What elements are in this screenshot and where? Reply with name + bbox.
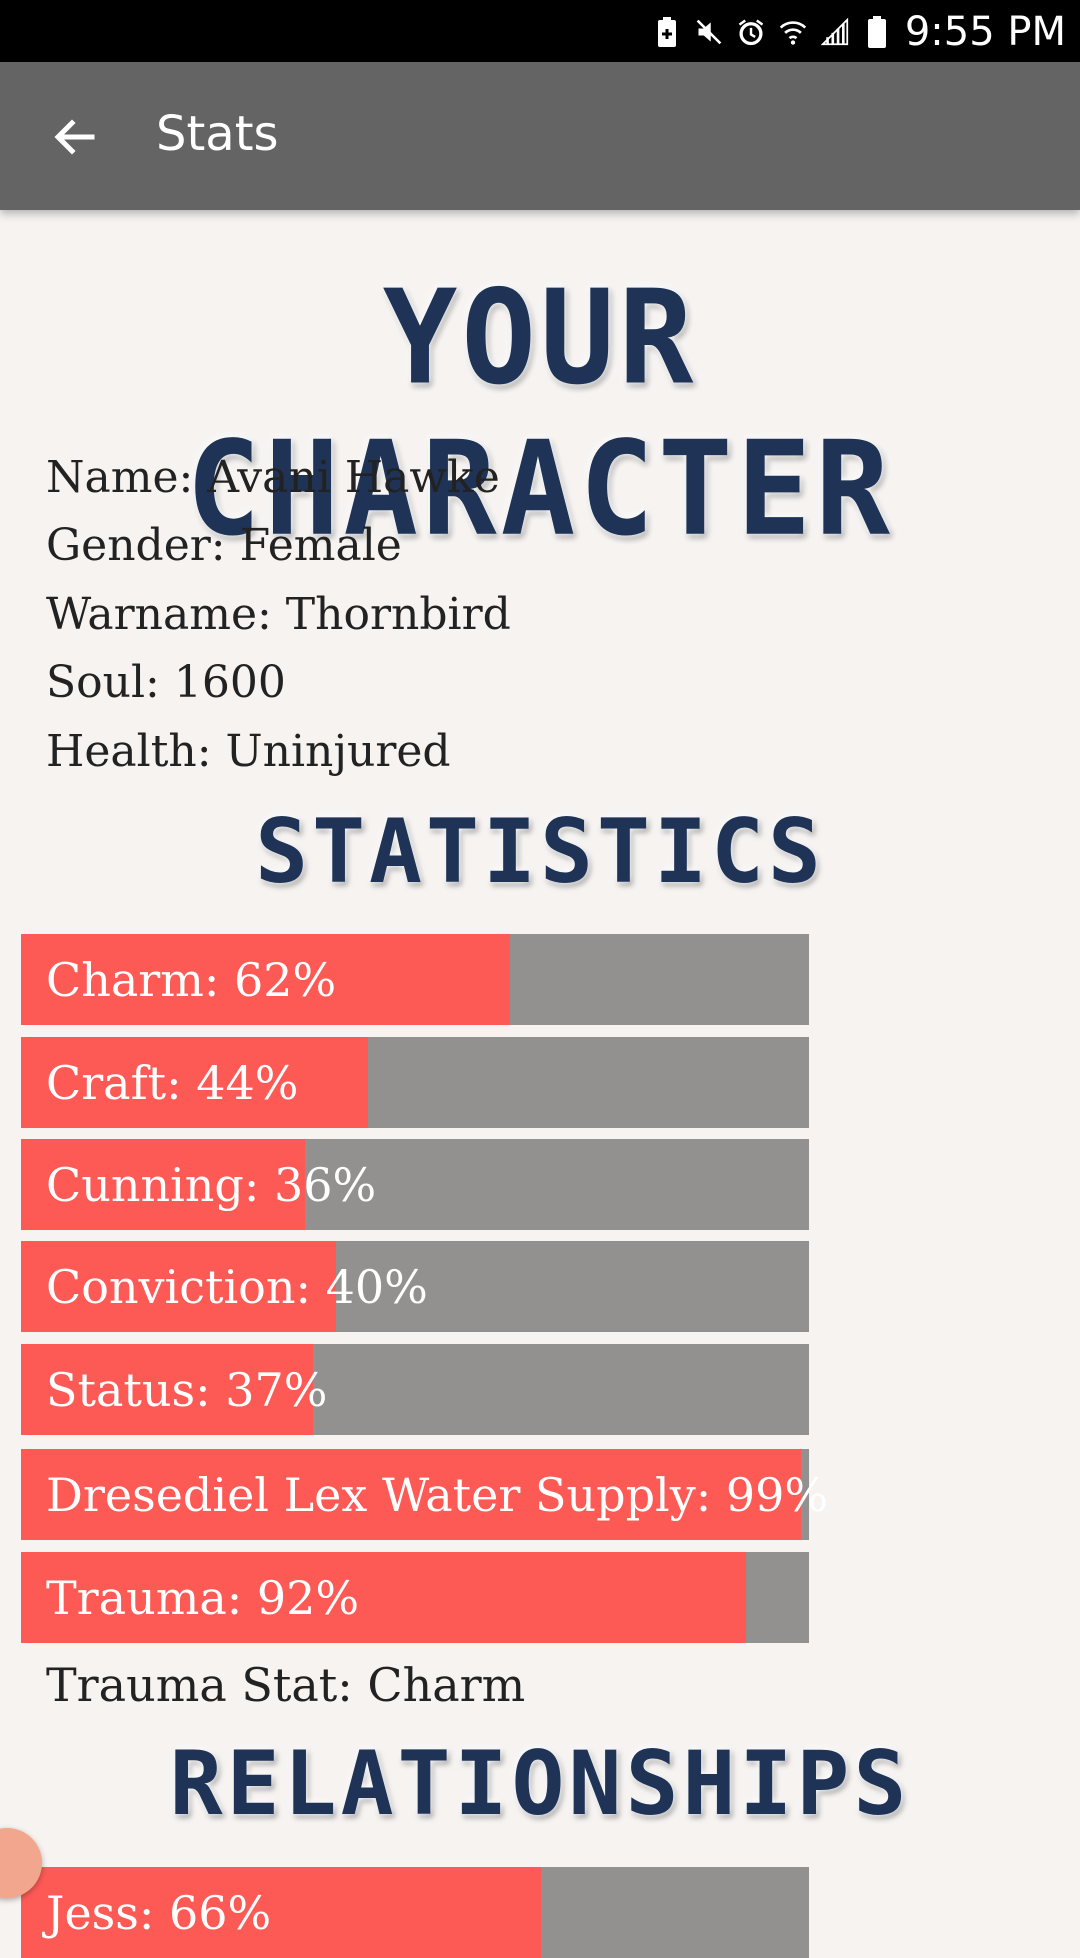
signal-icon — [820, 15, 849, 49]
trauma-stat: Trauma Stat: Charm — [46, 1658, 526, 1712]
character-soul: Soul: 1600 — [46, 657, 286, 708]
stat-bar: Trauma: 92% — [21, 1552, 809, 1643]
stat-label: Cunning: 36% — [46, 1157, 377, 1212]
status-bar: 9:55 PM — [0, 0, 1080, 62]
stat-bar: Cunning: 36% — [21, 1139, 809, 1230]
page-title: Stats — [156, 106, 279, 162]
stat-bar: Status: 37% — [21, 1344, 809, 1435]
status-time: 9:55 PM — [904, 9, 1066, 55]
stat-bar: Dresediel Lex Water Supply: 99% — [21, 1449, 828, 1540]
alarm-icon — [737, 15, 765, 49]
stat-bar: Craft: 44% — [21, 1037, 809, 1128]
app-bar: Stats — [0, 62, 1080, 210]
character-health: Health: Uninjured — [46, 726, 451, 777]
relationship-bar: Jess: 66% — [21, 1867, 809, 1958]
heading-statistics: STATISTICS — [255, 800, 825, 903]
stat-label: Charm: 62% — [46, 952, 337, 1007]
back-button[interactable] — [34, 102, 114, 172]
stat-bar: Conviction: 40% — [21, 1241, 809, 1332]
stat-bar: Charm: 62% — [21, 934, 809, 1025]
mute-icon — [695, 15, 723, 49]
arrow-left-icon — [54, 119, 95, 155]
stat-label: Status: 37% — [46, 1362, 328, 1417]
stat-label: Dresediel Lex Water Supply: 99% — [46, 1467, 829, 1522]
character-gender: Gender: Female — [46, 520, 402, 571]
relationship-label: Jess: 66% — [46, 1885, 272, 1940]
battery-saver-icon — [653, 15, 681, 49]
character-warname: Warname: Thornbird — [46, 589, 511, 640]
stat-label: Trauma: 92% — [46, 1570, 360, 1625]
heading-relationships: RELATIONSHIPS — [169, 1732, 911, 1835]
stat-label: Conviction: 40% — [46, 1259, 428, 1314]
battery-icon — [863, 15, 891, 49]
status-icons: 9:55 PM — [653, 9, 1066, 55]
character-name: Name: Avani Hawke — [46, 452, 500, 503]
stat-label: Craft: 44% — [46, 1055, 299, 1110]
wifi-icon — [779, 15, 807, 49]
